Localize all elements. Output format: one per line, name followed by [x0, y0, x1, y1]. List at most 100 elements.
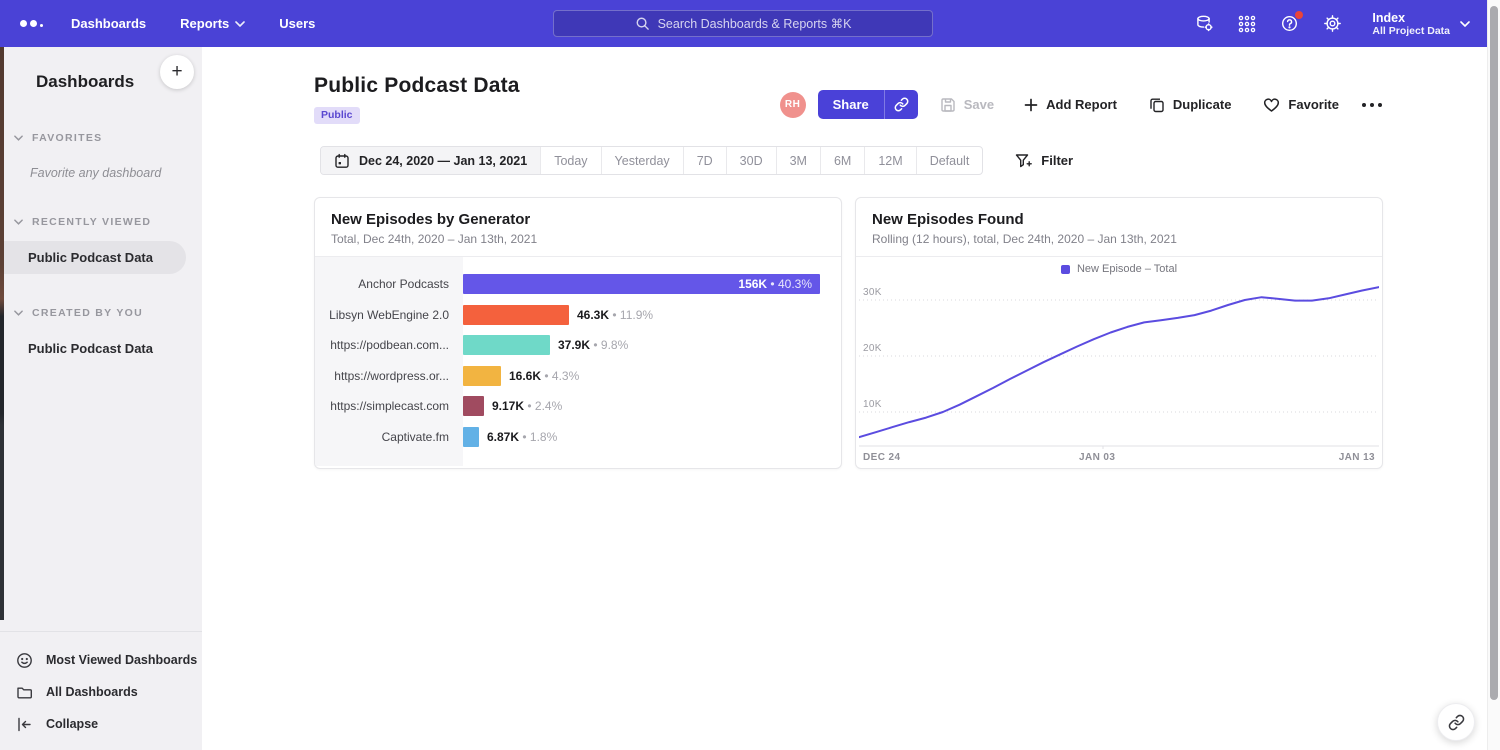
add-dashboard-button[interactable]: + — [160, 55, 194, 89]
help-icon[interactable] — [1280, 14, 1299, 33]
card-title: New Episodes Found — [872, 211, 1366, 228]
main-content: Public Podcast Data Public RH Share Save… — [314, 47, 1383, 469]
line-chart-svg — [859, 281, 1379, 449]
chart-legend: New Episode – Total — [856, 257, 1382, 281]
card-subtitle: Total, Dec 24th, 2020 – Jan 13th, 2021 — [331, 232, 825, 246]
project-switcher[interactable]: Index All Project Data — [1372, 11, 1470, 37]
chevron-down-icon — [14, 135, 23, 141]
date-range-control: Dec 24, 2020 — Jan 13, 2021 Today Yester… — [320, 146, 983, 175]
app-logo[interactable] — [20, 20, 43, 27]
section-recently-viewed[interactable]: RECENTLY VIEWED — [14, 216, 202, 228]
bar-captivate[interactable] — [463, 427, 479, 447]
chevron-down-icon — [1460, 21, 1470, 27]
save-icon — [940, 97, 956, 113]
y-tick-30k: 30K — [863, 287, 882, 298]
share-split-button: Share — [818, 90, 918, 119]
bar-row: Anchor Podcasts 156K • 40.3% — [315, 269, 841, 300]
sidebar-footer: Most Viewed Dashboards All Dashboards Co… — [0, 631, 202, 750]
more-dots-icon — [1361, 102, 1383, 108]
save-button[interactable]: Save — [940, 97, 994, 113]
nav-users[interactable]: Users — [279, 16, 315, 31]
settings-gear-icon[interactable] — [1323, 14, 1342, 33]
heart-icon — [1263, 97, 1280, 113]
apps-grid-icon[interactable] — [1238, 15, 1256, 33]
legend-swatch — [1061, 265, 1070, 274]
bar-libsyn[interactable] — [463, 305, 569, 325]
filter-button[interactable]: Filter — [1015, 153, 1073, 169]
primary-nav: Dashboards Reports Users — [71, 16, 315, 31]
card-subtitle: Rolling (12 hours), total, Dec 24th, 202… — [872, 232, 1366, 246]
x-tick-jan-03: JAN 03 — [1079, 452, 1115, 463]
folder-icon — [16, 684, 33, 701]
preset-7d[interactable]: 7D — [683, 147, 726, 174]
nav-dashboards[interactable]: Dashboards — [71, 16, 146, 31]
bar-podbean[interactable] — [463, 335, 550, 355]
date-toolbar: Dec 24, 2020 — Jan 13, 2021 Today Yester… — [314, 146, 1383, 175]
y-tick-20k: 20K — [863, 343, 882, 354]
top-navbar: Dashboards Reports Users Search Dashboar… — [0, 0, 1500, 47]
all-dashboards[interactable]: All Dashboards — [0, 676, 202, 708]
card-new-episodes-by-generator: New Episodes by Generator Total, Dec 24t… — [314, 197, 842, 469]
collapse-sidebar[interactable]: Collapse — [0, 708, 202, 740]
bar-anchor-podcasts[interactable]: 156K • 40.3% — [463, 274, 820, 294]
date-range-button[interactable]: Dec 24, 2020 — Jan 13, 2021 — [321, 147, 540, 174]
copy-link-floating-button[interactable] — [1437, 703, 1475, 741]
chevron-down-icon — [14, 219, 23, 225]
smiley-icon — [16, 652, 33, 669]
data-sources-icon[interactable] — [1195, 14, 1214, 33]
scrollbar-track — [1487, 0, 1500, 750]
scrollbar-thumb[interactable] — [1490, 6, 1498, 700]
project-name: Index — [1372, 11, 1450, 25]
filter-funnel-icon — [1015, 153, 1032, 169]
line-chart: 30K 20K 10K DEC 24 JAN 03 JAN 13 — [859, 281, 1379, 465]
x-tick-jan-13: JAN 13 — [1339, 452, 1375, 463]
link-icon — [1448, 714, 1465, 731]
preset-3m[interactable]: 3M — [776, 147, 820, 174]
more-actions-button[interactable] — [1361, 102, 1383, 108]
add-report-button[interactable]: Add Report — [1024, 97, 1117, 112]
search-icon — [635, 16, 650, 31]
preset-yesterday[interactable]: Yesterday — [601, 147, 683, 174]
preset-30d[interactable]: 30D — [726, 147, 776, 174]
y-tick-10k: 10K — [863, 399, 882, 410]
chevron-down-icon — [235, 21, 245, 27]
nav-reports[interactable]: Reports — [180, 16, 245, 31]
duplicate-button[interactable]: Duplicate — [1149, 97, 1232, 113]
preset-6m[interactable]: 6M — [820, 147, 864, 174]
preset-today[interactable]: Today — [540, 147, 600, 174]
sidebar-item-public-podcast-data[interactable]: Public Podcast Data — [0, 241, 186, 274]
legend-label: New Episode – Total — [1077, 263, 1177, 275]
bar-wordpress[interactable] — [463, 366, 501, 386]
project-scope: All Project Data — [1372, 25, 1450, 37]
bar-row: Captivate.fm 6.87K • 1.8% — [315, 422, 841, 453]
notification-badge — [1295, 11, 1303, 19]
share-button[interactable]: Share — [818, 90, 884, 119]
bar-row: Libsyn WebEngine 2.0 46.3K • 11.9% — [315, 300, 841, 331]
card-title: New Episodes by Generator — [331, 211, 825, 228]
avatar[interactable]: RH — [780, 92, 806, 118]
bar-row: https://simplecast.com 9.17K • 2.4% — [315, 391, 841, 422]
collapse-icon — [16, 716, 33, 733]
bar-row: https://podbean.com... 37.9K • 9.8% — [315, 330, 841, 361]
bar-simplecast[interactable] — [463, 396, 484, 416]
bar-row: https://wordpress.or... 16.6K • 4.3% — [315, 361, 841, 392]
preset-12m[interactable]: 12M — [864, 147, 915, 174]
chevron-down-icon — [14, 310, 23, 316]
section-favorites[interactable]: FAVORITES — [14, 132, 202, 144]
favorites-empty-text: Favorite any dashboard — [30, 166, 202, 180]
dashboard-actions: RH Share Save Add Report — [780, 90, 1383, 119]
bar-chart: Anchor Podcasts 156K • 40.3% Libsyn WebE… — [315, 257, 841, 466]
x-tick-dec-24: DEC 24 — [863, 452, 900, 463]
sidebar-item-public-podcast-data-created[interactable]: Public Podcast Data — [0, 332, 202, 365]
share-link-button[interactable] — [884, 90, 918, 119]
plus-icon — [1024, 98, 1038, 112]
section-created-by-you[interactable]: CREATED BY YOU — [14, 307, 202, 319]
duplicate-icon — [1149, 97, 1165, 113]
card-new-episodes-found: New Episodes Found Rolling (12 hours), t… — [855, 197, 1383, 469]
favorite-button[interactable]: Favorite — [1263, 97, 1339, 113]
window-edge-strip — [0, 47, 4, 620]
calendar-icon — [334, 153, 350, 169]
most-viewed-dashboards[interactable]: Most Viewed Dashboards — [0, 644, 202, 676]
preset-default[interactable]: Default — [916, 147, 983, 174]
global-search-input[interactable]: Search Dashboards & Reports ⌘K — [553, 10, 933, 37]
